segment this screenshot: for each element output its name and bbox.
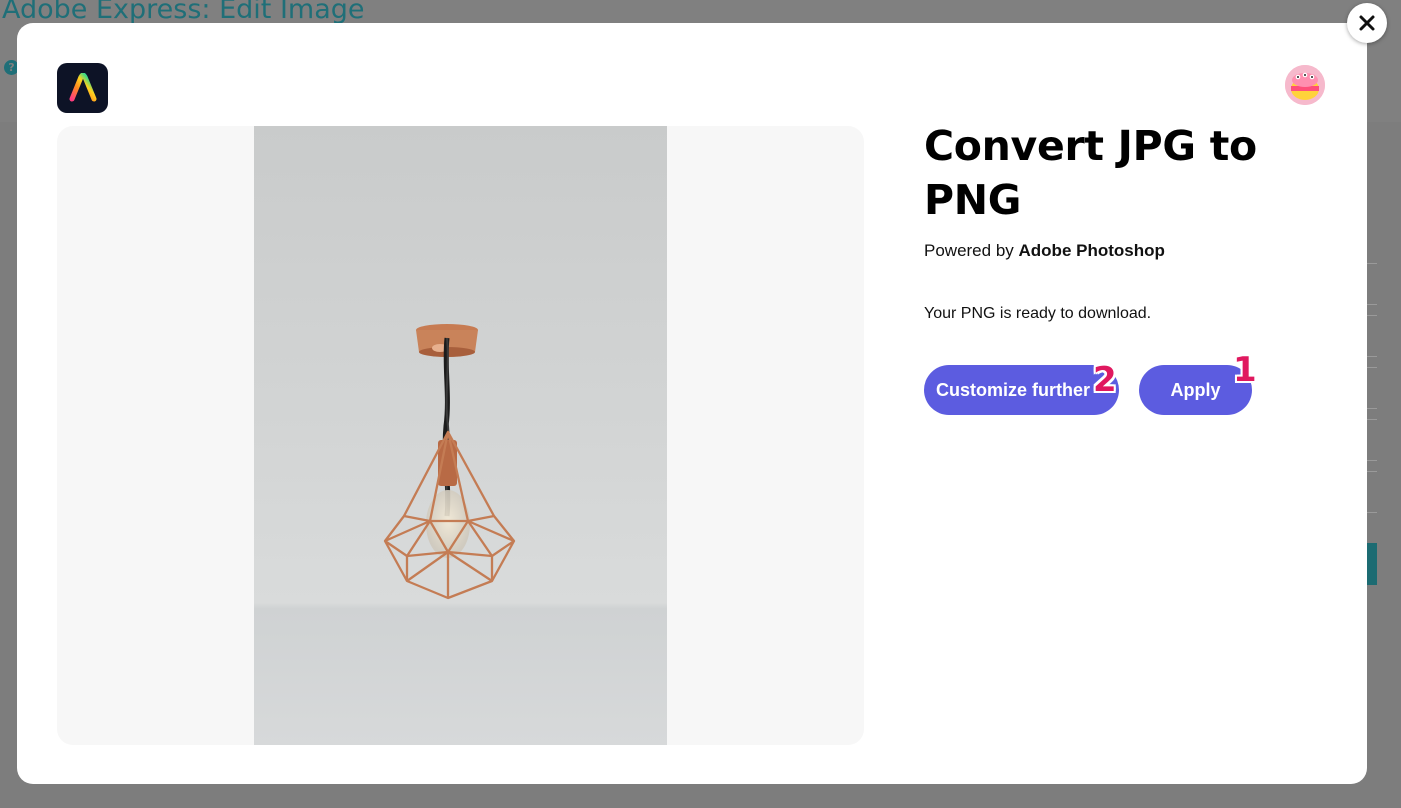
page-title: Convert JPG to PNG <box>924 122 1257 224</box>
customize-further-label: Customize further <box>936 379 1091 400</box>
annotation-marker-1: 1 <box>1233 350 1257 390</box>
powered-by-text: Powered by Adobe Photoshop <box>924 241 1324 261</box>
apply-label: Apply <box>1170 379 1221 400</box>
convert-dialog: Convert JPG to PNG Powered by Adobe Phot… <box>17 23 1367 784</box>
pendant-lamp-photo <box>254 126 667 745</box>
customize-further-button[interactable]: Customize further <box>924 365 1119 415</box>
status-message: Your PNG is ready to download. <box>924 305 1152 322</box>
powered-by-prefix: Powered by <box>924 241 1014 260</box>
user-avatar-icon[interactable] <box>1285 65 1325 105</box>
background-page-title: Adobe Express: Edit Image <box>2 0 365 25</box>
annotation-marker-2: 2 <box>1093 360 1117 400</box>
image-preview <box>57 126 864 745</box>
adobe-express-logo-icon <box>57 63 108 113</box>
conversion-info: Convert JPG to PNG Powered by Adobe Phot… <box>924 119 1324 323</box>
powered-by-brand: Adobe Photoshop <box>1018 241 1165 260</box>
close-icon[interactable] <box>1347 3 1387 43</box>
